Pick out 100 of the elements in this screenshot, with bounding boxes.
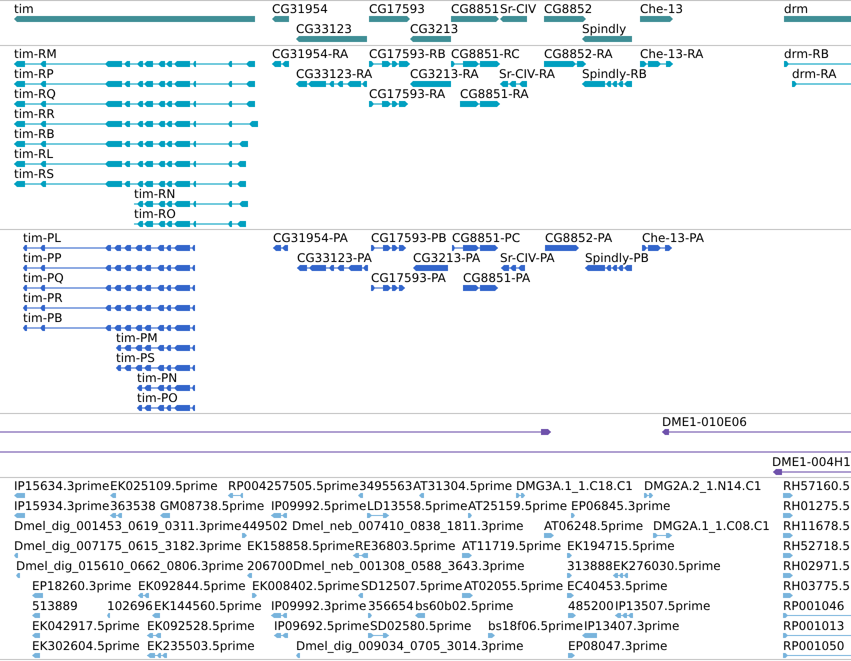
gene-model-drawing[interactable] — [134, 201, 248, 207]
arrow-icon[interactable] — [32, 593, 43, 598]
gene-bar[interactable] — [410, 36, 451, 42]
arrow-icon[interactable] — [419, 493, 424, 498]
gene-model-drawing[interactable] — [544, 61, 586, 67]
feature-label: LD13558.5prime — [367, 499, 468, 513]
arrow-icon[interactable] — [783, 533, 793, 538]
arrow-icon[interactable] — [358, 593, 363, 598]
arrow-icon[interactable] — [242, 533, 247, 538]
gene-bar[interactable] — [272, 16, 289, 22]
gene-bar[interactable] — [410, 81, 451, 87]
arrow-icon[interactable] — [107, 613, 110, 618]
arrow-icon[interactable] — [415, 613, 425, 618]
gene-model-drawing[interactable] — [23, 265, 195, 271]
arrow-icon[interactable] — [32, 633, 40, 638]
arrow-icon[interactable] — [488, 633, 495, 638]
arrow-icon[interactable] — [783, 513, 793, 518]
arrow-icon[interactable] — [783, 493, 793, 498]
gene-model-drawing[interactable] — [137, 405, 195, 411]
gene-bar[interactable] — [640, 16, 673, 22]
arrow-icon[interactable] — [32, 653, 40, 658]
gene-model-drawing[interactable] — [501, 265, 525, 271]
gene-model-drawing[interactable] — [14, 81, 255, 87]
gene-model-drawing[interactable] — [784, 61, 851, 67]
gene-model-drawing[interactable] — [371, 285, 405, 291]
arrow-icon[interactable] — [783, 593, 793, 598]
gene-model-drawing[interactable] — [640, 61, 673, 67]
gene-model-drawing[interactable] — [500, 81, 527, 87]
gene-model-drawing[interactable] — [14, 161, 246, 167]
arrow-icon[interactable] — [247, 573, 252, 578]
gene-model-drawing[interactable] — [137, 385, 195, 391]
gene-model-drawing[interactable] — [792, 81, 851, 87]
gene-model-drawing[interactable] — [273, 245, 288, 251]
arrow-line[interactable] — [773, 469, 851, 475]
arrow-icon[interactable] — [296, 653, 300, 658]
gene-bar[interactable] — [500, 16, 527, 22]
gene-model-drawing[interactable] — [582, 81, 632, 87]
gene-model-drawing[interactable] — [14, 101, 255, 107]
gene-bar[interactable] — [582, 36, 632, 42]
gene-model-drawing[interactable] — [642, 245, 672, 251]
gene-bar[interactable] — [451, 16, 499, 22]
arrow-icon[interactable] — [152, 613, 160, 618]
gene-model-drawing[interactable] — [451, 61, 500, 67]
feature-label: CG8851-RA — [460, 87, 529, 101]
gene-model-drawing[interactable] — [14, 181, 246, 187]
gene-model-drawing[interactable] — [14, 121, 258, 127]
gene-model-drawing[interactable] — [116, 345, 195, 351]
arrow-icon[interactable] — [32, 613, 40, 618]
gene-model-drawing[interactable] — [369, 101, 408, 107]
gene-bar[interactable] — [413, 265, 448, 271]
arrow-icon[interactable] — [783, 573, 793, 578]
gene-bar[interactable] — [369, 16, 410, 22]
arrow-icon[interactable] — [783, 553, 793, 558]
gene-model-drawing[interactable] — [296, 81, 367, 87]
gene-model-drawing[interactable] — [272, 61, 289, 67]
gene-model-drawing[interactable] — [23, 305, 195, 311]
gene-model-drawing[interactable] — [116, 365, 195, 371]
arrow-icon[interactable] — [582, 633, 597, 638]
arrow-icon[interactable] — [567, 553, 572, 558]
feature-label: EK194715.5prime — [567, 539, 675, 553]
arrow-line[interactable] — [662, 429, 851, 435]
gene-model-drawing[interactable] — [14, 61, 255, 67]
arrow-icon[interactable] — [14, 513, 25, 518]
arrow-line[interactable] — [0, 429, 551, 435]
gene-model-drawing[interactable] — [369, 61, 410, 67]
arrow-icon[interactable] — [468, 513, 472, 518]
gene-model-drawing[interactable] — [23, 285, 195, 291]
arrow-icon[interactable] — [568, 653, 575, 658]
gene-model-drawing[interactable] — [23, 325, 195, 331]
gene-model-drawing[interactable] — [14, 141, 248, 147]
arrow-icon[interactable] — [544, 533, 554, 538]
gene-model-drawing[interactable] — [371, 245, 406, 251]
arrow-icon[interactable] — [358, 493, 363, 498]
arrow-icon[interactable] — [368, 613, 372, 618]
arrow-icon[interactable] — [571, 513, 575, 518]
gene-model-drawing[interactable] — [452, 245, 498, 251]
arrow-icon[interactable] — [567, 593, 574, 598]
arrow-icon[interactable] — [462, 553, 472, 558]
feature-label: CG31954 — [272, 2, 328, 16]
arrow-icon[interactable] — [568, 613, 576, 618]
gene-model-drawing[interactable] — [460, 101, 500, 107]
gene-model-drawing[interactable] — [463, 285, 498, 291]
arrow-icon[interactable] — [567, 573, 572, 578]
gene-bar[interactable] — [544, 16, 586, 22]
gene-model-drawing[interactable] — [134, 221, 246, 227]
arrow-icon[interactable] — [160, 513, 170, 518]
arrow-icon[interactable] — [14, 553, 18, 558]
arrow-icon[interactable] — [252, 593, 257, 598]
gene-model-drawing[interactable] — [297, 265, 368, 271]
arrow-icon[interactable] — [462, 593, 473, 598]
gene-model-drawing[interactable] — [585, 265, 632, 271]
feature-line[interactable] — [0, 449, 851, 455]
arrow-icon[interactable] — [16, 573, 20, 578]
arrow-icon[interactable] — [14, 493, 25, 498]
feature-label: tim-RO — [134, 207, 176, 221]
arrow-icon[interactable] — [110, 493, 116, 498]
gene-model-drawing[interactable] — [23, 245, 195, 251]
gene-bar[interactable] — [545, 245, 579, 251]
feature-label: CG33123 — [296, 22, 352, 36]
feature-label: drm-RB — [784, 47, 829, 61]
